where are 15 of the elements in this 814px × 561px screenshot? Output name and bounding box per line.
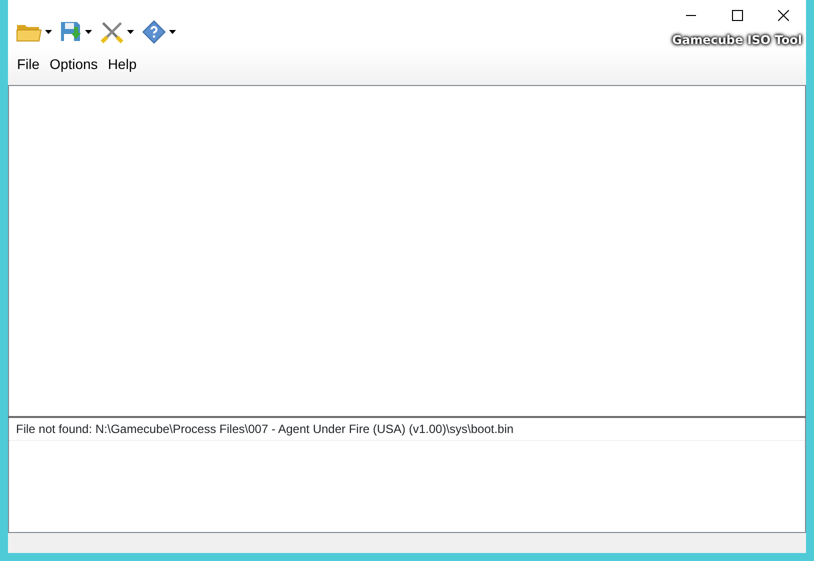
caret-icon (127, 30, 134, 34)
log-entry: File not found: N:\Gamecube\Process Files\007 - Agent Under Fire (USA) (v1.00)\sys\boot.bin (9, 418, 805, 441)
window-title: Gamecube ISO Tool (672, 32, 802, 49)
floppy-download-icon (60, 21, 82, 43)
help-icon (142, 20, 166, 44)
caret-icon (45, 30, 52, 34)
maximize-icon (732, 10, 742, 20)
caret-icon (169, 30, 176, 34)
menu-item[interactable]: File (12, 54, 45, 75)
caret-icon (85, 30, 92, 34)
toolbar-dropdown-button[interactable] (140, 18, 178, 46)
close-icon (778, 10, 788, 20)
wrench-screwdriver-icon (100, 20, 124, 44)
menu-item[interactable]: Options (44, 54, 103, 75)
menu-item[interactable]: Help (102, 54, 142, 75)
